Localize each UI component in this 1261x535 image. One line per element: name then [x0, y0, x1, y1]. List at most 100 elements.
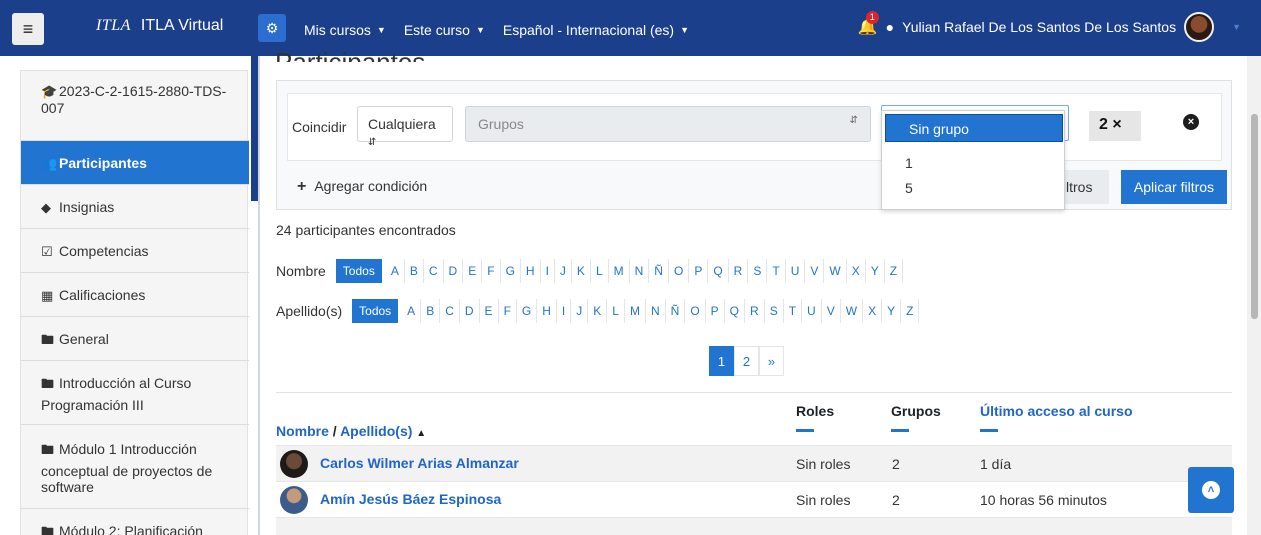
sidebar-item-modulo-1[interactable]: 🖿 Módulo 1 Introducción conceptual de pro… [21, 425, 249, 509]
caret-down-icon: ▼ [680, 24, 690, 35]
sidebar-item-participantes[interactable]: 👥 Participantes [21, 141, 249, 185]
initial-letter-link[interactable]: Z [901, 299, 920, 323]
option-1[interactable]: 1 [882, 149, 1066, 177]
initial-letter-link[interactable]: N [646, 299, 666, 323]
participant-name-link[interactable]: Amín Jesús Báez Espinosa [320, 491, 501, 507]
remove-row-icon[interactable]: × [1183, 114, 1199, 130]
initial-letter-link[interactable]: W [841, 299, 864, 323]
collapse-icon[interactable] [891, 429, 909, 432]
initial-letter-link[interactable]: H [521, 259, 541, 283]
initial-letter-link[interactable]: R [745, 299, 765, 323]
initial-letter-link[interactable]: W [824, 259, 847, 283]
sidebar-item-general[interactable]: 🖿 General [21, 317, 249, 361]
scrollbar-thumb[interactable] [1251, 114, 1258, 319]
initial-letter-link[interactable]: R [729, 259, 749, 283]
sidebar-item-competencias[interactable]: ☑ Competencias [21, 229, 249, 273]
initial-letter-link[interactable]: E [463, 259, 483, 283]
initial-letter-link[interactable]: Ñ [666, 299, 686, 323]
initial-letter-link[interactable]: Q [725, 299, 746, 323]
initial-letter-link[interactable]: I [541, 259, 555, 283]
initial-letter-link[interactable]: V [822, 299, 841, 323]
initial-letter-link[interactable]: E [480, 299, 499, 323]
selected-count-badge[interactable]: 2 × [1089, 111, 1141, 141]
add-condition-button[interactable]: + Agregar condición [297, 178, 427, 196]
initial-letter-link[interactable]: U [802, 299, 822, 323]
avatar [280, 486, 308, 514]
initial-letter-link[interactable]: N [630, 259, 650, 283]
sidebar-item-insignias[interactable]: ◆ Insignias [21, 185, 249, 229]
initial-letter-link[interactable]: O [669, 259, 690, 283]
match-select[interactable]: Cualquiera ⇵ [357, 106, 453, 148]
initial-letter-link[interactable]: X [863, 299, 883, 323]
first-name-all-button[interactable]: Todos [335, 259, 382, 283]
initial-letter-link[interactable]: D [460, 299, 480, 323]
brand[interactable]: ITLA ITLA Virtual [96, 17, 223, 35]
initial-letter-link[interactable]: A [386, 259, 405, 283]
initial-letter-link[interactable]: B [405, 259, 424, 283]
initial-letter-link[interactable]: K [588, 299, 608, 323]
sort-lastname-link[interactable]: Apellido(s) [340, 423, 412, 439]
page-next[interactable]: » [759, 346, 784, 376]
initial-letter-link[interactable]: V [805, 259, 825, 283]
initial-letter-link[interactable]: H [537, 299, 557, 323]
initial-letter-link[interactable]: I [557, 299, 572, 323]
initial-letter-link[interactable]: U [786, 259, 806, 283]
initial-letter-link[interactable]: T [767, 259, 786, 283]
initial-letter-link[interactable]: L [607, 299, 625, 323]
apply-filters-button[interactable]: Aplicar filtros [1121, 170, 1227, 204]
sidebar-scrollbar[interactable] [251, 56, 258, 201]
initial-letter-link[interactable]: D [444, 259, 464, 283]
chat-icon[interactable]: ● [886, 19, 894, 35]
initial-letter-link[interactable]: M [625, 299, 646, 323]
page-2[interactable]: 2 [734, 346, 759, 376]
back-to-top-button[interactable]: ˄ [1188, 467, 1234, 513]
user-name[interactable]: Yulian Rafael De Los Santos De Los Santo… [902, 19, 1176, 35]
initial-letter-link[interactable]: T [784, 299, 803, 323]
initial-letter-link[interactable]: P [706, 299, 725, 323]
initial-letter-link[interactable]: Y [866, 259, 885, 283]
initial-letter-link[interactable]: S [765, 299, 784, 323]
initial-letter-link[interactable]: G [517, 299, 538, 323]
sidebar-item-calificaciones[interactable]: ▦ Calificaciones [21, 273, 249, 317]
initial-letter-link[interactable]: O [685, 299, 706, 323]
sidebar-item-modulo-2[interactable]: 🖿 Módulo 2: Planificación [21, 509, 249, 535]
participant-name-link[interactable]: Carlos Wilmer Arias Almanzar [320, 455, 519, 471]
option-5[interactable]: 5 [882, 174, 1066, 202]
caret-down-icon[interactable]: ▼ [1232, 22, 1241, 32]
initial-letter-link[interactable]: C [440, 299, 460, 323]
initial-letter-link[interactable]: P [689, 259, 709, 283]
option-sin-grupo[interactable]: Sin grupo [885, 114, 1063, 142]
initial-letter-link[interactable]: S [748, 259, 768, 283]
initial-letter-link[interactable]: L [591, 259, 609, 283]
sort-last-access-link[interactable]: Último acceso al curso [980, 403, 1133, 419]
collapse-icon[interactable] [796, 429, 814, 432]
last-name-all-button[interactable]: Todos [352, 299, 399, 323]
page-scrollbar[interactable] [1247, 56, 1261, 535]
initial-letter-link[interactable]: G [501, 259, 521, 283]
initial-letter-link[interactable]: A [402, 299, 422, 323]
initial-letter-link[interactable]: Q [708, 259, 729, 283]
menu-language[interactable]: Español - Internacional (es) ▼ [503, 22, 689, 38]
initial-letter-link[interactable]: Y [882, 299, 902, 323]
page-1[interactable]: 1 [709, 346, 734, 376]
initial-letter-link[interactable]: Z [885, 259, 904, 283]
sidebar-item-introduccion[interactable]: 🖿 Introducción al Curso Programación III [21, 361, 249, 425]
avatar[interactable] [1184, 12, 1215, 42]
initial-letter-link[interactable]: J [571, 299, 589, 323]
initial-letter-link[interactable]: F [482, 259, 501, 283]
initial-letter-link[interactable]: F [499, 299, 517, 323]
sidebar-item-label: 2023-C-2-1615-2880-TDS-007 [41, 83, 227, 116]
sort-name-link[interactable]: Nombre [276, 423, 329, 439]
initial-letter-link[interactable]: X [847, 259, 866, 283]
filter-type-select[interactable]: Grupos ⇵ [465, 106, 871, 142]
initial-letter-link[interactable]: J [555, 259, 572, 283]
initial-letter-link[interactable]: B [421, 299, 441, 323]
collapse-icon[interactable] [980, 429, 998, 432]
hamburger-icon[interactable]: ≡ [12, 13, 44, 45]
sidebar-item-course[interactable]: 🎓 2023-C-2-1615-2880-TDS-007 [21, 71, 249, 141]
initial-letter-link[interactable]: C [424, 259, 444, 283]
initial-letter-link[interactable]: K [572, 259, 591, 283]
bell-icon[interactable]: 🔔 1 [858, 11, 879, 37]
initial-letter-link[interactable]: M [609, 259, 630, 283]
initial-letter-link[interactable]: Ñ [649, 259, 669, 283]
